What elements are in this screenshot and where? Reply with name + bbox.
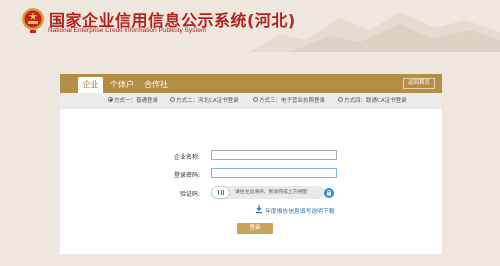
login-method-bar: 方式一：普通登录 方式二：河北CA证书登录 方式三：电子营业执照登录 方式四：联… <box>60 93 442 109</box>
download-icon <box>256 205 262 214</box>
radio-icon <box>108 97 113 102</box>
type-tab-bar: 企业 个体户 合作社 返回首页 <box>60 74 442 93</box>
tab-enterprise[interactable]: 企业 <box>78 77 103 93</box>
login-method-1[interactable]: 方式一：普通登录 <box>108 93 158 109</box>
slider-hint: 请住左边滑块，拖动完成上方拼图 <box>235 190 307 195</box>
grip-icon <box>223 190 224 195</box>
captcha-label: 验证码: <box>180 191 201 198</box>
back-home-button[interactable]: 返回首页 <box>402 78 435 89</box>
login-button[interactable]: 登录 <box>237 223 273 234</box>
captcha-slider[interactable]: 请住左边滑块，拖动完成上方拼图 <box>211 186 325 199</box>
radio-icon <box>338 97 343 102</box>
great-wall-decoration <box>250 12 500 52</box>
login-method-4[interactable]: 方式四：联通CA证书登录 <box>338 93 407 109</box>
radio-icon <box>253 97 258 102</box>
login-method-label: 方式四：联通CA证书登录 <box>344 98 407 104</box>
radio-icon <box>170 97 175 102</box>
slider-handle[interactable] <box>211 186 230 199</box>
login-method-2[interactable]: 方式二：河北CA证书登录 <box>170 93 239 109</box>
login-method-3[interactable]: 方式三：电子营业执照登录 <box>253 93 325 109</box>
company-name-label: 企业名称: <box>174 154 201 161</box>
password-label: 登录密码: <box>174 172 201 179</box>
lock-icon <box>324 188 334 198</box>
page-subtitle: National Enterprise Credit Information P… <box>48 27 207 34</box>
grip-icon <box>220 190 222 195</box>
page-header: 国家企业信用信息公示系统(河北) National Enterprise Cre… <box>0 0 500 52</box>
login-method-label: 方式一：普通登录 <box>114 98 159 104</box>
grip-icon <box>218 190 219 195</box>
login-panel: 企业 个体户 合作社 返回首页 方式一：普通登录 方式二：河北CA证书登录 方式… <box>60 74 442 254</box>
national-emblem-icon <box>22 8 44 33</box>
login-method-label: 方式三：电子营业执照登录 <box>259 98 326 104</box>
tab-cooperative[interactable]: 合作社 <box>142 77 170 93</box>
company-name-input[interactable] <box>211 150 337 160</box>
login-method-label: 方式二：河北CA证书登录 <box>176 98 239 104</box>
password-input[interactable] <box>211 168 337 178</box>
tab-individual[interactable]: 个体户 <box>109 77 135 93</box>
annual-report-download-link[interactable]: 年度报告信息填写说明下载 <box>265 206 335 215</box>
